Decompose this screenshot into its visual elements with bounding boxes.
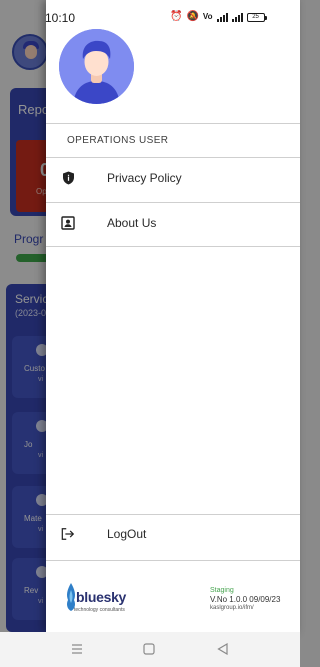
divider <box>46 246 300 247</box>
brand-name: bluesky <box>76 589 127 605</box>
user-role: OPERATIONS USER <box>67 135 169 146</box>
header-divider <box>46 123 300 124</box>
menu-item-label: Privacy Policy <box>107 171 182 185</box>
version-label: V.No 1.0.0 09/09/23 <box>210 595 281 604</box>
status-bar: 10:10 ⏰ 🔕 Vo 25 <box>0 0 300 28</box>
company-logo: bluesky technology consultants <box>64 582 134 616</box>
battery-icon: 25 <box>246 12 267 22</box>
navigation-drawer: OPERATIONS USER Privacy Policy About Us <box>46 0 300 632</box>
menu-item-label: About Us <box>107 216 157 230</box>
back-icon[interactable] <box>213 640 231 658</box>
divider <box>46 560 300 561</box>
brand-tagline: technology consultants <box>74 607 125 613</box>
user-avatar-icon <box>59 29 134 104</box>
server-url: kaslgroup.io/ifm/ <box>210 605 254 611</box>
menu-item-about-us[interactable]: About Us <box>46 201 300 245</box>
shield-icon <box>61 171 75 185</box>
system-nav-bar <box>0 632 300 667</box>
volte-icon: Vo <box>202 12 213 21</box>
drawer-avatar <box>59 29 134 104</box>
status-icons: ⏰ 🔕 Vo 25 <box>170 10 267 24</box>
recent-apps-icon[interactable] <box>68 640 86 658</box>
signal-icon <box>216 12 228 22</box>
logout-icon <box>61 527 75 541</box>
logout-label: LogOut <box>107 527 147 541</box>
alarm-icon: ⏰ <box>170 11 183 22</box>
contact-card-icon <box>61 216 75 230</box>
mute-icon: 🔕 <box>186 11 199 22</box>
menu-item-privacy-policy[interactable]: Privacy Policy <box>46 156 300 200</box>
status-time: 10:10 <box>45 11 76 25</box>
logout-button[interactable]: LogOut <box>46 512 300 556</box>
home-icon[interactable] <box>140 640 158 658</box>
signal-icon <box>231 12 243 22</box>
environment-label: Staging <box>210 587 234 594</box>
